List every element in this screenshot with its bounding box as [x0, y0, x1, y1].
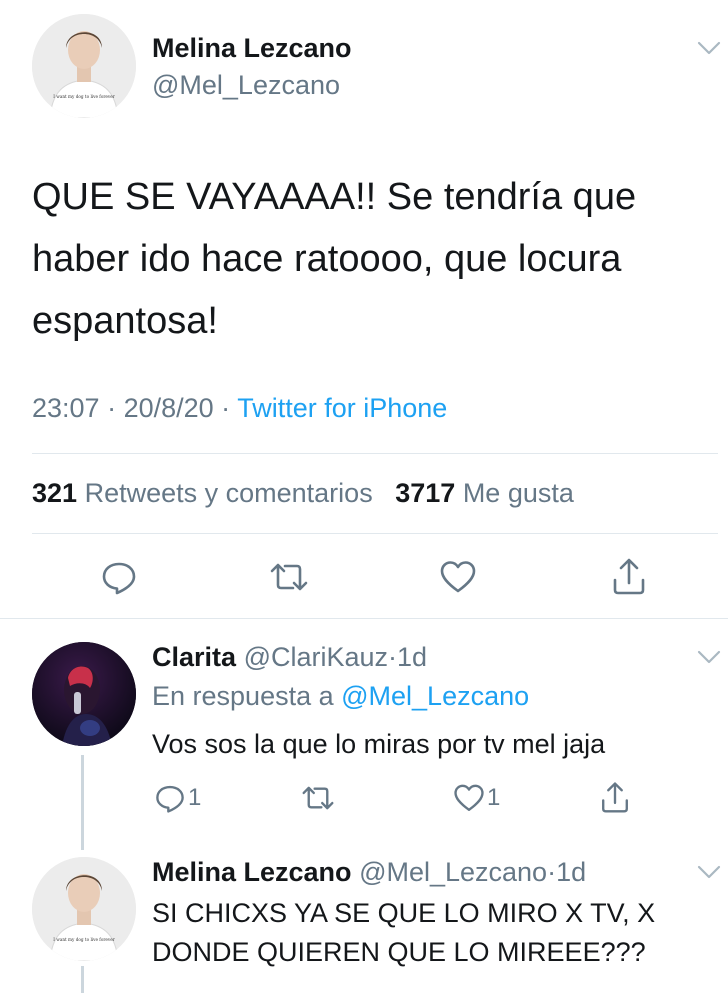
author-name[interactable]: Melina Lezcano: [152, 33, 352, 64]
reply-icon: [156, 785, 184, 813]
likes-label: Me gusta: [462, 478, 574, 508]
like-button[interactable]: [439, 558, 477, 596]
chevron-down-icon[interactable]: [697, 40, 721, 56]
reply-dot: ·: [388, 642, 398, 672]
divider: [32, 453, 718, 454]
share-button[interactable]: [599, 780, 631, 814]
tweet-stats: 321 Retweets y comentarios 3717 Me gusta: [32, 478, 574, 509]
reply-author-name[interactable]: Melina Lezcano: [152, 857, 352, 887]
reply-button[interactable]: 1: [154, 782, 201, 814]
reply-author-name[interactable]: Clarita: [152, 642, 236, 672]
reply-author-handle[interactable]: @ClariKauz: [244, 642, 388, 672]
meta-separator: ·: [99, 393, 124, 423]
retweets-label: Retweets y comentarios: [84, 478, 373, 508]
reply-text: SI CHICXS YA SE QUE LO MIRO X TV, X DOND…: [152, 898, 656, 967]
likes-stat[interactable]: 3717 Me gusta: [395, 478, 574, 508]
reply-time: 1d: [397, 642, 428, 672]
reply-tweet[interactable]: Clarita @ClariKauz·1d En respuesta a @Me…: [0, 619, 728, 848]
avatar-image: I want my dog to live forever: [32, 857, 136, 961]
in-reply-prefix: En respuesta a: [152, 681, 342, 711]
in-reply-to: En respuesta a @Mel_Lezcano: [152, 681, 529, 712]
divider: [32, 533, 718, 534]
share-icon: [602, 782, 628, 813]
reply-author-handle[interactable]: @Mel_Lezcano: [359, 857, 547, 887]
retweets-stat[interactable]: 321 Retweets y comentarios: [32, 478, 373, 508]
avatar-image: I want my dog to live forever: [32, 14, 136, 118]
author-avatar[interactable]: I want my dog to live forever: [32, 14, 136, 118]
thread-connector-line: [81, 966, 84, 993]
share-button[interactable]: [610, 556, 648, 596]
tweet-text: QUE SE VAYAAAA!! Se tendría que haber id…: [32, 176, 637, 342]
reply-time: 1d: [556, 857, 587, 887]
chevron-down-icon[interactable]: [697, 864, 721, 880]
tweet-time: 23:07: [32, 393, 100, 423]
tweet-date: 20/8/20: [123, 393, 214, 423]
avatar-shirt-text: I want my dog to live forever: [53, 94, 114, 99]
main-tweet: I want my dog to live forever Melina Lez…: [0, 0, 728, 618]
thread-connector-line: [81, 755, 84, 850]
reply-author-avatar[interactable]: [32, 642, 136, 746]
reply-author-avatar[interactable]: I want my dog to live forever: [32, 857, 136, 961]
like-icon: [454, 784, 484, 811]
likes-count: 3717: [395, 478, 456, 508]
chevron-down-icon[interactable]: [697, 649, 721, 665]
reply-header: Melina Lezcano @Mel_Lezcano·1d: [152, 857, 586, 888]
meta-separator-2: ·: [213, 393, 238, 423]
avatar-shirt-text: I want my dog to live forever: [53, 937, 114, 942]
like-button[interactable]: 1: [453, 782, 500, 814]
in-reply-mention-link[interactable]: @Mel_Lezcano: [341, 681, 529, 711]
reply-icon: [102, 562, 136, 595]
tweet-source-link[interactable]: Twitter for iPhone: [237, 393, 447, 423]
reply-button[interactable]: [100, 558, 138, 596]
reply-dot: ·: [547, 857, 557, 887]
retweets-count: 321: [32, 478, 78, 508]
tweet-meta: 23:07 · 20/8/20 · Twitter for iPhone: [32, 393, 447, 424]
retweet-button[interactable]: [268, 558, 310, 596]
author-handle[interactable]: @Mel_Lezcano: [152, 70, 340, 101]
retweet-button[interactable]: [300, 782, 338, 814]
like-count: 1: [487, 784, 501, 811]
like-icon: [440, 561, 476, 593]
avatar-image: [32, 642, 136, 746]
reply-tweet[interactable]: I want my dog to live forever Melina Lez…: [0, 850, 728, 993]
retweet-icon: [302, 786, 334, 810]
reply-text: Vos sos la que lo miras por tv mel jaja: [152, 729, 606, 759]
share-icon: [613, 558, 645, 595]
reply-count: 1: [188, 784, 202, 811]
reply-header: Clarita @ClariKauz·1d: [152, 642, 427, 673]
retweet-icon: [270, 563, 308, 591]
